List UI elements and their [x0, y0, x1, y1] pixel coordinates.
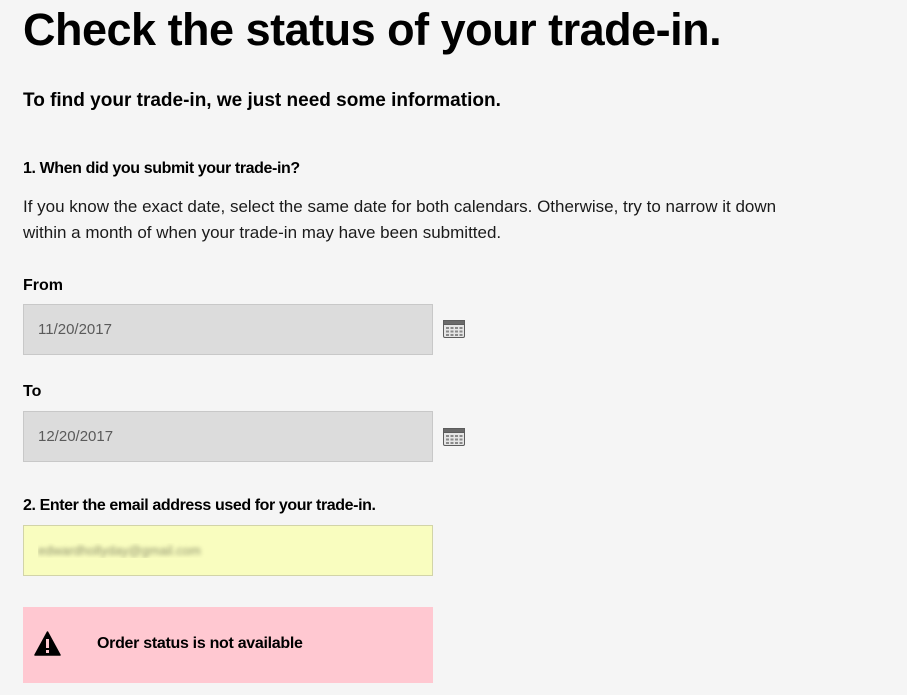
status-alert: Order status is not available [23, 607, 433, 683]
calendar-icon[interactable] [443, 319, 465, 338]
trade-in-status-page: Check the status of your trade-in. To fi… [0, 0, 907, 695]
email-question: 2. Enter the email address used for your… [23, 497, 376, 514]
to-label: To [23, 383, 42, 400]
email-field[interactable] [23, 525, 433, 576]
date-helper-text: If you know the exact date, select the s… [23, 197, 777, 242]
page-subtitle: To find your trade-in, we just need some… [23, 90, 501, 111]
calendar-icon[interactable] [443, 427, 465, 446]
warning-icon [34, 631, 61, 656]
to-date-field[interactable] [23, 411, 433, 462]
page-title: Check the status of your trade-in. [23, 4, 722, 55]
alert-message: Order status is not available [97, 635, 303, 652]
from-label: From [23, 277, 63, 294]
date-question: 1. When did you submit your trade-in? [23, 160, 300, 177]
from-date-field[interactable] [23, 304, 433, 355]
